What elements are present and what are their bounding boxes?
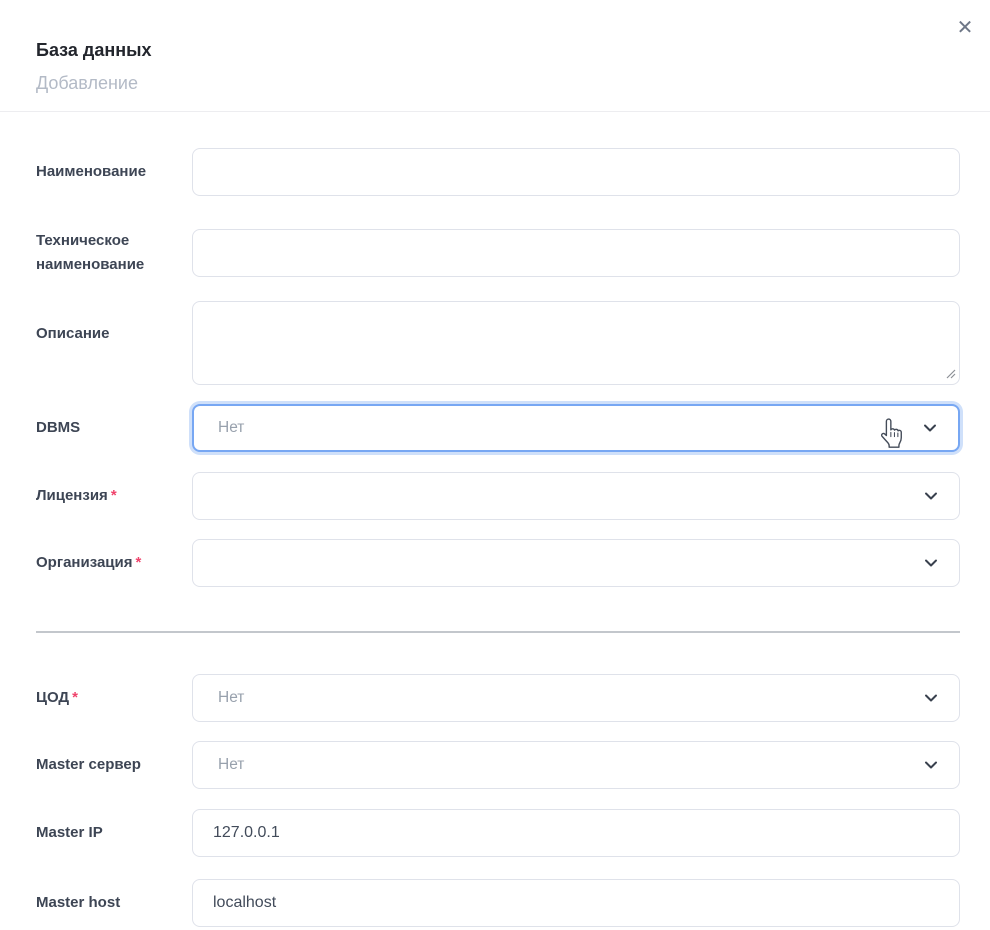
tech-name-input[interactable] [192,229,960,277]
form-row-dbms: DBMS Нет [36,404,960,452]
database-add-form: Наименование Техническое наименование Оп… [0,112,990,927]
required-asterisk: * [111,487,117,504]
description-textarea[interactable] [192,301,960,385]
field-label-master-ip: Master IP [36,821,192,845]
form-row-license: Лицензия* [36,472,960,520]
required-asterisk: * [136,554,142,571]
field-label-datacenter: ЦОД* [36,686,192,710]
chevron-down-icon [922,689,940,707]
field-label-tech-name: Техническое наименование [36,229,192,277]
form-row-description: Описание [36,301,960,385]
section-divider [36,631,960,633]
name-input[interactable] [192,148,960,196]
required-asterisk: * [72,689,78,706]
form-row-master-server: Master сервер Нет [36,741,960,789]
field-label-license: Лицензия* [36,484,192,508]
form-row-master-ip: Master IP [36,809,960,857]
organization-select[interactable] [192,539,960,587]
chevron-down-icon [922,756,940,774]
field-label-dbms: DBMS [36,416,192,440]
chevron-down-icon [922,487,940,505]
field-label-organization: Организация* [36,551,192,575]
field-label-master-host: Master host [36,891,192,915]
modal-subtitle: Добавление [36,73,954,93]
resize-grip-icon[interactable] [946,369,956,379]
close-icon: ✕ [957,17,974,39]
master-server-select-placeholder: Нет [218,756,244,774]
form-row-datacenter: ЦОД* Нет [36,674,960,722]
chevron-down-icon [921,419,939,437]
form-row-master-host: Master host [36,879,960,927]
license-select[interactable] [192,472,960,520]
form-row-tech-name: Техническое наименование [36,229,960,277]
field-label-description: Описание [36,301,192,346]
modal-header: База данных Добавление [0,0,990,112]
chevron-down-icon [922,554,940,572]
page-title: База данных [36,40,954,60]
form-row-name: Наименование [36,148,960,196]
dbms-select[interactable]: Нет [192,404,960,452]
master-server-select[interactable]: Нет [192,741,960,789]
master-host-input[interactable] [192,879,960,927]
field-label-master-server: Master сервер [36,753,192,777]
dbms-select-placeholder: Нет [218,419,244,437]
datacenter-select[interactable]: Нет [192,674,960,722]
master-ip-input[interactable] [192,809,960,857]
close-button[interactable]: ✕ [950,13,980,43]
datacenter-select-placeholder: Нет [218,689,244,707]
form-row-organization: Организация* [36,539,960,587]
field-label-name: Наименование [36,160,192,184]
